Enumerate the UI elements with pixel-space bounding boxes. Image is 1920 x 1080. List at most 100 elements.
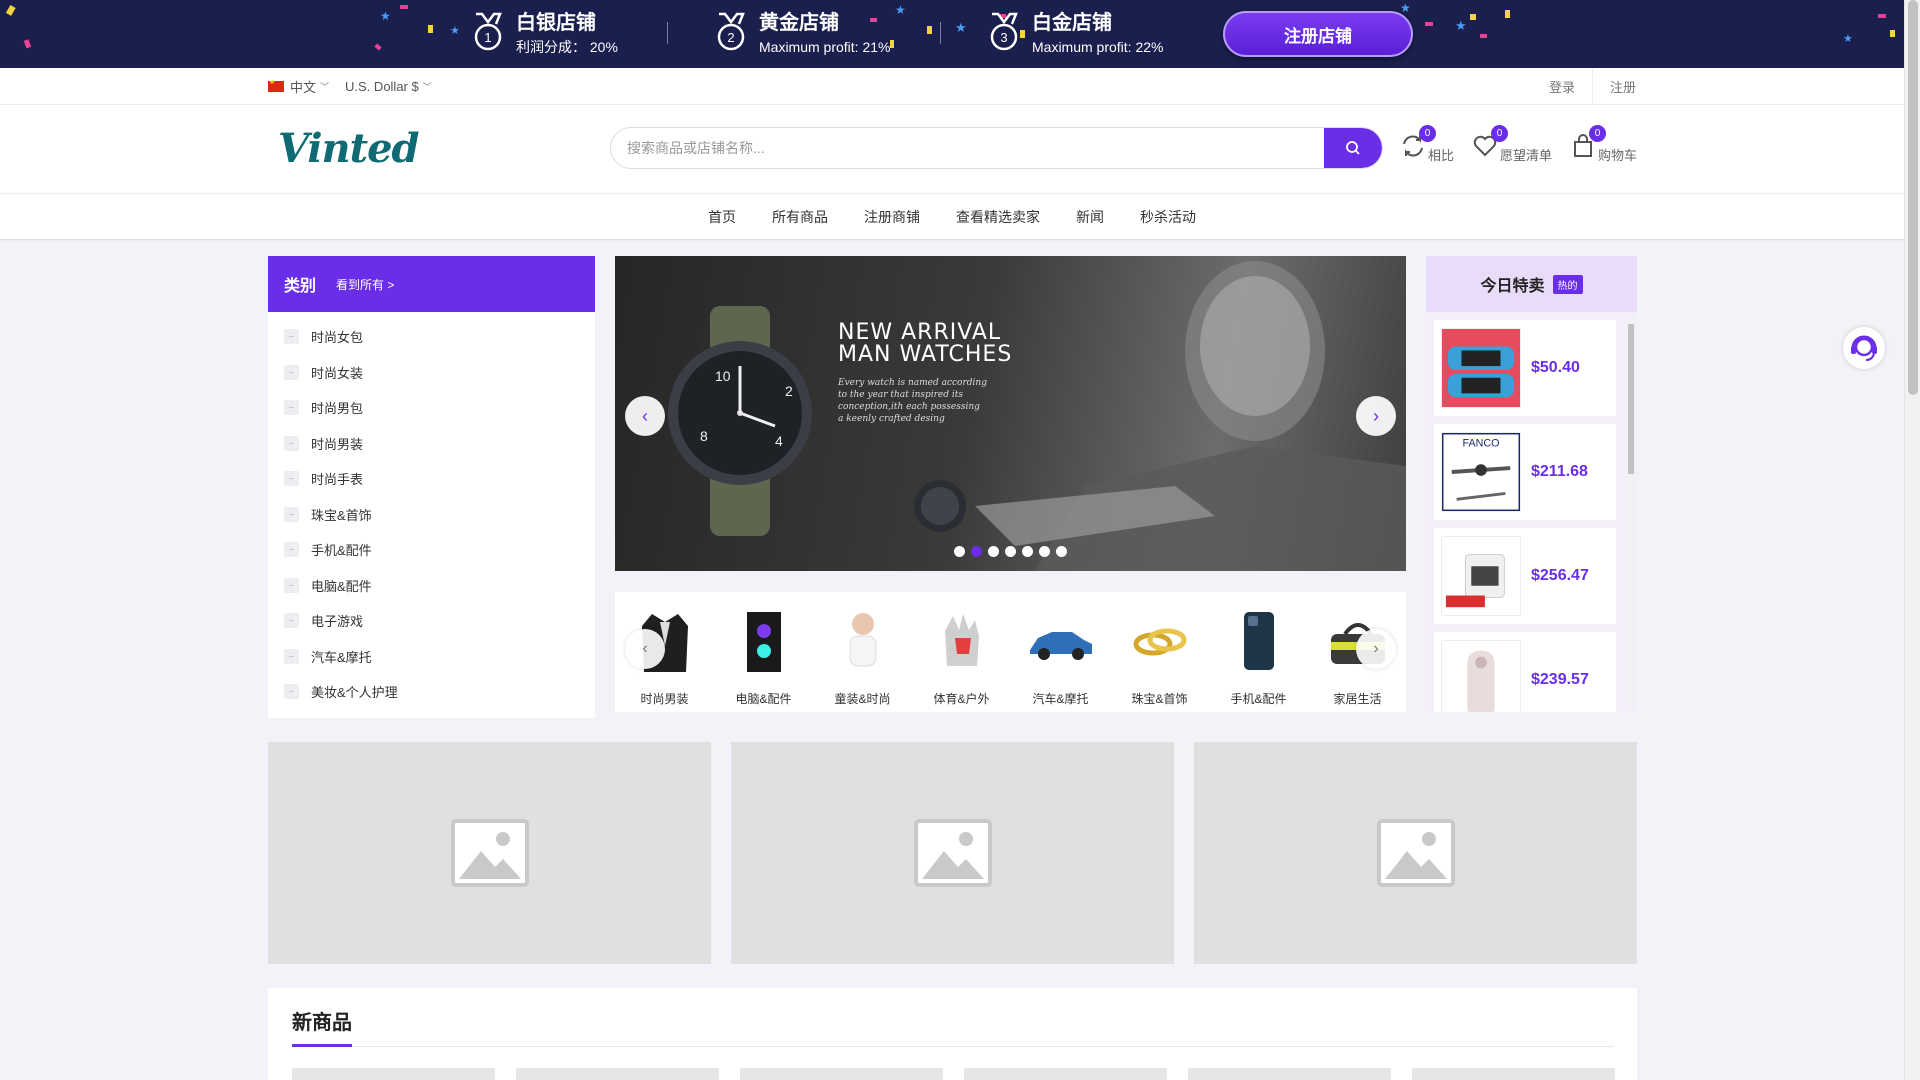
hero-prev-button[interactable]: ‹ <box>625 396 665 436</box>
image-placeholder-icon <box>1376 819 1455 887</box>
nav-home[interactable]: 首页 <box>708 207 736 227</box>
category-item[interactable]: 时尚女装 <box>268 355 595 391</box>
svg-text:★: ★ <box>380 9 391 23</box>
nav-register-shop[interactable]: 注册商铺 <box>864 207 920 227</box>
mini-category-item[interactable]: 电脑&配件 <box>714 606 813 707</box>
promo-banner[interactable] <box>731 742 1174 964</box>
category-header: 类别 看到所有 > <box>268 256 595 312</box>
deal-item[interactable]: $239.57 <box>1434 632 1616 712</box>
product-card[interactable] <box>740 1068 943 1080</box>
currency-label: U.S. Dollar $ <box>345 79 419 94</box>
product-card[interactable] <box>964 1068 1167 1080</box>
category-item[interactable]: 时尚男包 <box>268 390 595 426</box>
carousel-dot[interactable] <box>971 546 982 557</box>
product-card[interactable] <box>292 1068 495 1080</box>
nav-featured-sellers[interactable]: 查看精选卖家 <box>956 207 1040 227</box>
carousel-dot[interactable] <box>1005 546 1016 557</box>
chevron-right-icon: › <box>1373 640 1379 657</box>
mini-prev-button[interactable]: ‹ <box>625 629 665 669</box>
register-shop-button[interactable]: 注册店铺 <box>1223 11 1413 57</box>
mini-category-item[interactable]: 珠宝&首饰 <box>1110 606 1209 707</box>
deal-item[interactable]: $256.47 <box>1434 528 1616 624</box>
mini-category-label: 时尚男装 <box>640 692 689 706</box>
svg-text:★: ★ <box>895 3 906 17</box>
category-icon <box>284 435 299 451</box>
category-item[interactable]: 手机&配件 <box>268 532 595 568</box>
nav-all-products[interactable]: 所有商品 <box>772 207 828 227</box>
deal-price: $50.40 <box>1531 359 1580 376</box>
compare-label: 相比 <box>1428 148 1455 163</box>
customer-service-button[interactable] <box>1843 327 1885 369</box>
mini-category-item[interactable]: 体育&户外 <box>912 606 1011 707</box>
product-card[interactable] <box>1412 1068 1615 1080</box>
promo-banner[interactable] <box>268 742 711 964</box>
nav-flash-sale[interactable]: 秒杀活动 <box>1140 207 1196 227</box>
deal-item[interactable]: FANCO $211.68 <box>1434 424 1616 520</box>
category-icon <box>284 471 299 487</box>
tier-platinum: 3 白金店铺 Maximum profit: 22% <box>986 10 1163 56</box>
deal-list-scrollbar[interactable] <box>1628 316 1634 708</box>
promo-banner[interactable] <box>1194 742 1637 964</box>
tier-profit: Maximum profit: 22% <box>1032 39 1164 55</box>
carousel-dot[interactable] <box>1056 546 1067 557</box>
category-label: 时尚男包 <box>311 401 364 417</box>
scrollbar-thumb[interactable] <box>1908 0 1918 395</box>
register-link[interactable]: 注册 <box>1610 77 1636 96</box>
carousel-dot[interactable] <box>1039 546 1050 557</box>
search-input[interactable] <box>611 128 1311 168</box>
category-item[interactable]: 时尚女包 <box>268 319 595 355</box>
svg-text:2: 2 <box>727 30 734 45</box>
carousel-dot[interactable] <box>988 546 999 557</box>
section-divider <box>292 1046 1614 1047</box>
search-button[interactable] <box>1324 128 1382 168</box>
mini-category-label: 手机&配件 <box>1230 692 1287 706</box>
carousel-dot[interactable] <box>954 546 965 557</box>
svg-text:★: ★ <box>1843 33 1853 45</box>
nav-news[interactable]: 新闻 <box>1076 207 1104 227</box>
carousel-dot[interactable] <box>1022 546 1033 557</box>
mini-category-label: 家居生活 <box>1333 692 1382 706</box>
hero-carousel[interactable]: 10 8 4 2 NEW ARRIVAL MAN WATCHES Every w… <box>615 256 1406 571</box>
category-icon <box>284 648 299 664</box>
category-item[interactable]: 时尚手表 <box>268 461 595 497</box>
mini-next-button[interactable]: › <box>1356 629 1396 669</box>
product-card[interactable] <box>1188 1068 1391 1080</box>
air-fryer-image <box>1441 536 1521 616</box>
category-item[interactable]: 时尚男装 <box>268 426 595 462</box>
category-icon <box>284 684 299 700</box>
site-logo[interactable]: Vinted <box>278 125 420 172</box>
product-card[interactable] <box>516 1068 719 1080</box>
language-selector[interactable]: 中文 ﹀ <box>268 77 329 96</box>
confetti-decoration: ★ ★ ★ ★ ★ ★ ★ <box>5 1 1895 51</box>
currency-selector[interactable]: U.S. Dollar $ ﹀ <box>345 79 432 94</box>
category-label: 时尚女包 <box>311 330 364 346</box>
category-item[interactable]: 电子游戏 <box>268 603 595 639</box>
main-nav: 首页 所有商品 注册商铺 查看精选卖家 新闻 秒杀活动 <box>0 194 1904 240</box>
category-item[interactable]: 电脑&配件 <box>268 568 595 604</box>
headset-agent-icon <box>1851 335 1877 361</box>
tier-profit: Maximum profit: 21% <box>759 39 891 55</box>
category-label: 时尚女装 <box>311 365 364 381</box>
deal-item[interactable]: $50.40 <box>1434 320 1616 416</box>
mini-category-item[interactable]: 汽车&摩托 <box>1011 606 1110 707</box>
cart-button[interactable]: 0 购物车 <box>1570 125 1637 163</box>
hero-next-button[interactable]: › <box>1356 396 1396 436</box>
see-all-link[interactable]: 看到所有 > <box>336 276 394 293</box>
mini-category-item[interactable]: 手机&配件 <box>1209 606 1308 707</box>
svg-text:★: ★ <box>1455 18 1467 33</box>
todays-deals-panel: 今日特卖 热的 $50.40 FANCO $211.68 $256.47 $23… <box>1426 256 1637 712</box>
category-icon <box>284 577 299 593</box>
wishlist-button[interactable]: 0 愿望清单 <box>1472 125 1552 163</box>
category-item[interactable]: 美妆&个人护理 <box>268 674 595 710</box>
tier-title: 黄金店铺 <box>759 12 839 34</box>
category-label: 珠宝&首饰 <box>311 507 372 523</box>
mini-category-item[interactable]: 童装&时尚 <box>813 606 912 707</box>
category-label: 手机&配件 <box>311 543 372 559</box>
ceiling-fan-image: FANCO <box>1441 432 1521 512</box>
category-item[interactable]: 珠宝&首饰 <box>268 497 595 533</box>
page-scrollbar[interactable] <box>1904 0 1920 1080</box>
compare-button[interactable]: 0 相比 <box>1400 125 1454 163</box>
category-item[interactable]: 汽车&摩托 <box>268 639 595 675</box>
login-link[interactable]: 登录 <box>1549 77 1575 96</box>
tier-profit: 利润分成： 20% <box>516 39 618 55</box>
